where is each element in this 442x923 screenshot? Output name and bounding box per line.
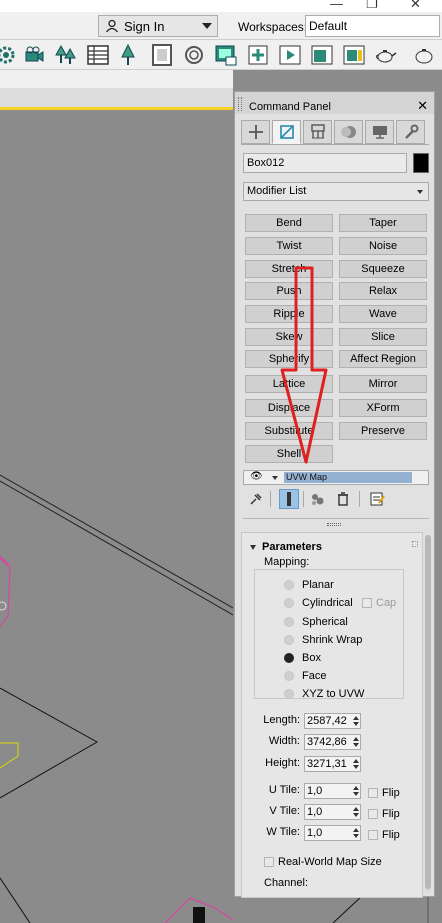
checkbox-indicator <box>368 788 378 798</box>
close-window-icon[interactable]: ✕ <box>410 0 421 12</box>
height-spinner[interactable]: 3271,31 <box>304 756 361 772</box>
main-toolbar <box>0 40 442 70</box>
radio-label: XYZ to UVW <box>302 688 365 700</box>
real-world-map-size-checkbox[interactable]: Real-World Map Size <box>264 856 382 868</box>
viewport-wireframe <box>0 474 233 923</box>
spinner-arrows-icon[interactable] <box>352 714 360 728</box>
real-world-label: Real-World Map Size <box>278 856 382 868</box>
teapot-icon[interactable] <box>374 43 398 67</box>
chevron-down-icon <box>202 23 212 29</box>
u-tile-value: 1,0 <box>307 785 323 797</box>
length-spinner[interactable]: 2587,42 <box>304 713 361 729</box>
title-bar: — ❐ ✕ <box>0 0 442 12</box>
height-label: Height: <box>265 757 300 769</box>
radio-indicator <box>284 653 294 663</box>
checkbox-indicator <box>362 598 372 608</box>
radio-indicator <box>284 617 294 627</box>
render-teapot-icon[interactable] <box>412 43 436 67</box>
camera-icon[interactable] <box>22 43 46 67</box>
w-tile-value: 1,0 <box>307 827 323 839</box>
radio-indicator <box>284 635 294 645</box>
parameters-content: Mapping: Planar Cylindrical Cap Spherica… <box>234 91 435 897</box>
radio-label: Shrink Wrap <box>302 634 363 646</box>
mapping-label: Mapping: <box>264 556 310 568</box>
spinner-arrows-icon[interactable] <box>352 805 360 819</box>
spinner-arrows-icon[interactable] <box>352 735 360 749</box>
width-value: 3742,86 <box>307 736 347 748</box>
w-tile-spinner[interactable]: 1,0 <box>304 825 361 841</box>
restore-icon[interactable]: ❐ <box>366 0 378 12</box>
viewport[interactable] <box>0 88 233 923</box>
v-tile-label: V Tile: <box>269 805 300 817</box>
user-icon <box>105 19 119 33</box>
render-region-icon[interactable] <box>342 43 366 67</box>
u-tile-label: U Tile: <box>268 784 300 796</box>
v-tile-spinner[interactable]: 1,0 <box>304 804 361 820</box>
spinner-arrows-icon[interactable] <box>352 826 360 840</box>
radio-indicator <box>284 580 294 590</box>
v-flip-checkbox[interactable]: Flip <box>368 808 400 820</box>
checkbox-indicator <box>264 857 274 867</box>
flip-label: Flip <box>382 808 400 820</box>
radio-spherical[interactable]: Spherical <box>284 615 414 629</box>
w-flip-checkbox[interactable]: Flip <box>368 829 400 841</box>
minimize-icon[interactable]: — <box>330 0 343 11</box>
length-value: 2587,42 <box>307 715 347 727</box>
workspaces-label: Workspaces: <box>238 20 308 34</box>
cap-label: Cap <box>376 597 397 609</box>
spinner-arrows-icon[interactable] <box>352 784 360 798</box>
render-window-icon[interactable] <box>310 43 334 67</box>
radio-indicator <box>284 671 294 681</box>
u-tile-spinner[interactable]: 1,0 <box>304 783 361 799</box>
width-spinner[interactable]: 3742,86 <box>304 734 361 750</box>
tree-icon[interactable] <box>116 43 140 67</box>
height-value: 3271,31 <box>307 758 347 770</box>
flip-label: Flip <box>382 829 400 841</box>
length-label: Length: <box>263 714 300 726</box>
radio-label: Box <box>302 652 321 664</box>
v-tile-value: 1,0 <box>307 806 323 818</box>
radio-shrink-wrap[interactable]: Shrink Wrap <box>284 633 414 647</box>
radio-label: Spherical <box>302 616 348 628</box>
viewport-gap <box>0 70 233 88</box>
radio-face[interactable]: Face <box>284 669 414 683</box>
flip-label: Flip <box>382 787 400 799</box>
width-label: Width: <box>268 735 300 747</box>
radio-box[interactable]: Box <box>284 651 414 665</box>
radio-planar[interactable]: Planar <box>284 578 414 592</box>
cap-checkbox[interactable]: Cap <box>362 597 396 609</box>
sign-in-label: Sign In <box>124 18 165 34</box>
menu-bar: Sign In Workspaces: Default <box>0 12 442 40</box>
sign-in-button[interactable]: Sign In <box>98 15 218 37</box>
workspace-select[interactable]: Default <box>305 15 440 37</box>
checkbox-indicator <box>368 809 378 819</box>
gear-icon[interactable] <box>0 43 18 67</box>
table-icon[interactable] <box>86 43 110 67</box>
render-frame-icon[interactable] <box>246 43 270 67</box>
radio-label: Cylindrical <box>302 597 353 609</box>
render-setup-icon[interactable] <box>214 43 238 67</box>
u-flip-checkbox[interactable]: Flip <box>368 787 400 799</box>
channel-label: Channel: <box>264 877 309 889</box>
checkbox-indicator <box>368 830 378 840</box>
radio-label: Planar <box>302 579 334 591</box>
spinner-arrows-icon[interactable] <box>352 757 360 771</box>
frame-icon[interactable] <box>150 43 174 67</box>
render-icon[interactable] <box>278 43 302 67</box>
radio-xyz-to-uvw[interactable]: XYZ to UVW <box>284 687 414 701</box>
w-tile-label: W Tile: <box>266 826 300 838</box>
radio-label: Face <box>302 670 327 682</box>
tree-icon[interactable] <box>54 43 78 67</box>
radio-indicator <box>284 689 294 699</box>
radio-indicator <box>284 598 294 608</box>
rotate-icon[interactable] <box>182 43 206 67</box>
